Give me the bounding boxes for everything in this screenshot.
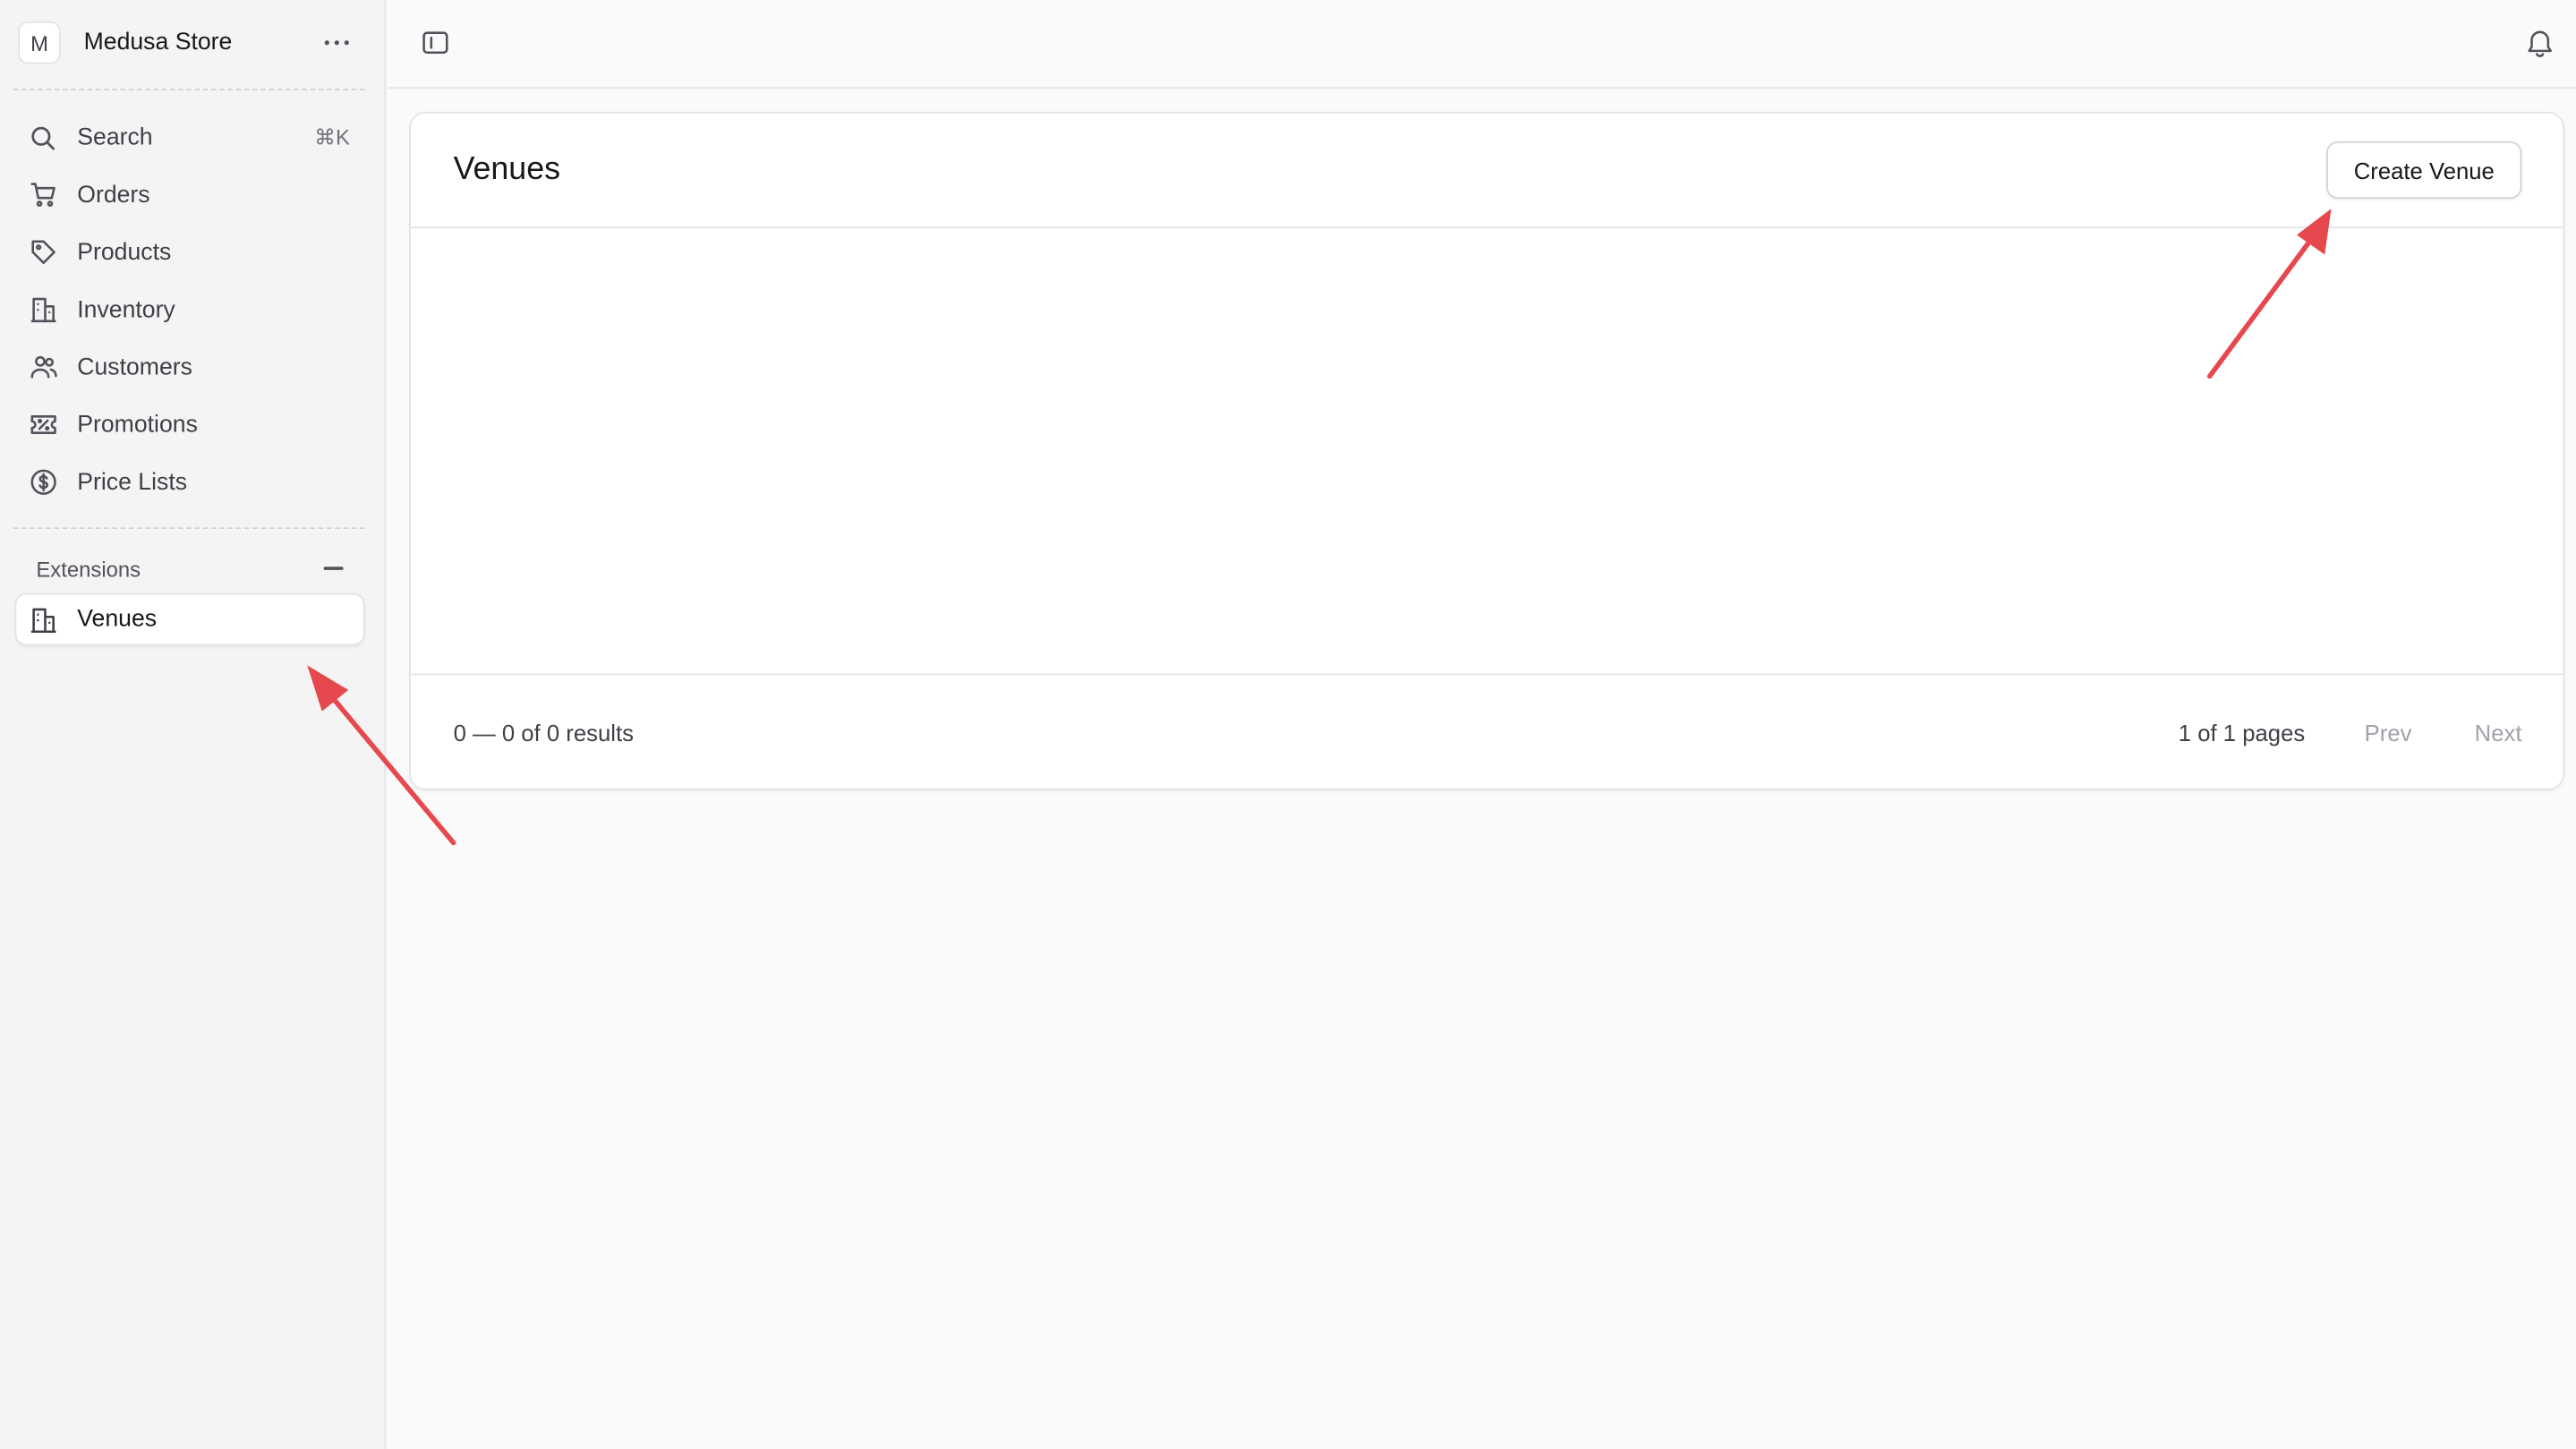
building-icon — [28, 294, 57, 324]
nav-item-inventory[interactable]: Inventory — [13, 281, 365, 338]
users-icon — [28, 353, 57, 382]
more-horizontal-icon[interactable] — [320, 26, 354, 59]
extensions-header[interactable]: Extensions — [36, 552, 345, 585]
nav-item-promotions[interactable]: Promotions — [13, 396, 365, 453]
minus-icon[interactable] — [322, 557, 345, 580]
page-title: Venues — [453, 150, 561, 188]
nav-item-label: Products — [77, 239, 172, 266]
sidebar-divider — [13, 527, 365, 530]
sidebar-toggle-icon[interactable] — [421, 28, 450, 57]
extensions-label: Extensions — [36, 556, 141, 581]
building-icon — [28, 604, 57, 634]
shortcut-hint: ⌘K — [314, 124, 350, 149]
cart-icon — [28, 180, 57, 209]
pagination: 0 — 0 of 0 results 1 of 1 pages Prev Nex… — [410, 673, 2563, 788]
sidebar: M Medusa Store Search ⌘K Orders Products… — [0, 0, 387, 1449]
store-switcher[interactable]: M Medusa Store — [18, 20, 366, 65]
nav-item-price-lists[interactable]: Price Lists — [13, 454, 365, 511]
nav-item-label: Price Lists — [77, 469, 188, 496]
prev-button[interactable]: Prev — [2365, 720, 2412, 746]
nav-item-label: Inventory — [77, 296, 175, 323]
search-icon — [28, 123, 57, 152]
nav-item-customers[interactable]: Customers — [13, 338, 365, 396]
nav-item-label: Customers — [77, 354, 192, 380]
nav-item-orders[interactable]: Orders — [13, 166, 365, 223]
nav-item-label: Search — [77, 124, 153, 150]
tag-icon — [28, 237, 57, 267]
sidebar-divider — [13, 89, 365, 90]
sidebar-item-label: Venues — [77, 606, 158, 633]
store-avatar: M — [18, 21, 61, 64]
venues-card: Venues Create Venue 0 — 0 of 0 results 1… — [409, 111, 2565, 790]
nav-item-search[interactable]: Search ⌘K — [13, 108, 365, 166]
results-count: 0 — 0 of 0 results — [453, 719, 634, 746]
card-header: Venues Create Venue — [410, 114, 2563, 229]
bell-icon[interactable] — [2523, 26, 2556, 59]
sidebar-item-venues[interactable]: Venues — [14, 592, 365, 646]
venues-table-empty — [411, 228, 2563, 673]
store-name: Medusa Store — [83, 30, 233, 56]
nav-item-label: Orders — [77, 181, 150, 209]
app-window: M Medusa Store Search ⌘K Orders Products… — [0, 0, 2576, 1449]
currency-dollar-icon — [28, 467, 57, 497]
nav-item-products[interactable]: Products — [13, 224, 365, 281]
nav-item-label: Promotions — [77, 411, 198, 439]
page-indicator: 1 of 1 pages — [2178, 719, 2306, 746]
receipt-percent-icon — [28, 410, 57, 439]
next-button[interactable]: Next — [2475, 720, 2522, 746]
main-nav: Search ⌘K Orders Products Inventory Cust… — [13, 108, 365, 511]
topbar — [388, 0, 2576, 89]
create-venue-button[interactable]: Create Venue — [2326, 141, 2522, 200]
